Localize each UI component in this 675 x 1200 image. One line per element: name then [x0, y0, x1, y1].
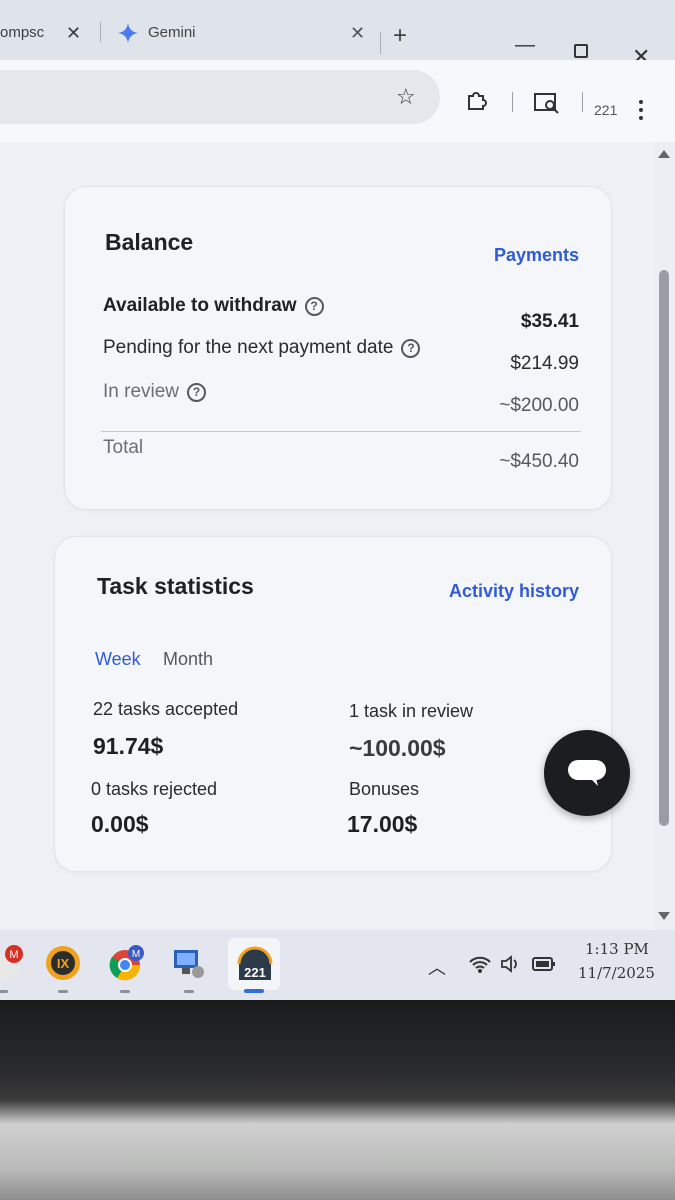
page-content: Balance Payments Available to withdraw ?… — [0, 142, 655, 930]
browser-toolbar: ☆ 221 — [0, 60, 675, 142]
help-icon[interactable]: ? — [304, 296, 324, 316]
bonuses-label: Bonuses — [349, 779, 420, 799]
tab-ompsc[interactable]: ompsc ✕ — [0, 14, 92, 50]
balance-title: Balance — [105, 229, 194, 255]
tab-close-icon[interactable]: ✕ — [350, 23, 365, 44]
chrome-profile-icon[interactable]: M — [106, 944, 144, 982]
tasks-rejected-label: 0 tasks rejected — [91, 779, 218, 799]
gmail-badge: M — [9, 949, 18, 961]
tasks-accepted-value: 91.74$ — [93, 733, 164, 759]
maximize-icon[interactable] — [574, 44, 588, 58]
row-label: Available to withdraw — [103, 295, 297, 316]
toolbar-separator — [582, 92, 583, 112]
in-review-label: In review ? — [103, 381, 207, 403]
payments-link[interactable]: Payments — [494, 245, 579, 266]
tab-close-icon[interactable]: ✕ — [66, 23, 81, 44]
task-statistics-title: Task statistics — [97, 573, 254, 599]
activity-history-link[interactable]: Activity history — [449, 581, 579, 602]
new-tab-button[interactable]: + — [393, 24, 407, 48]
app-running-indicator — [184, 990, 194, 993]
total-label: Total — [103, 437, 143, 459]
pinned-app-icon[interactable]: 221 — [236, 944, 274, 982]
tasks-rejected-value: 0.00$ — [91, 811, 149, 837]
balance-card: Balance Payments Available to withdraw ?… — [64, 186, 612, 510]
pending-label: Pending for the next payment date ? — [103, 337, 421, 359]
address-bar[interactable] — [0, 70, 440, 124]
balance-divider — [101, 431, 581, 432]
battery-icon[interactable] — [532, 956, 556, 972]
laptop-bezel — [0, 1000, 675, 1200]
chrome-badge: M — [132, 949, 140, 960]
tab-title: ompsc — [0, 23, 45, 41]
tab-separator — [100, 22, 101, 42]
clock-time[interactable]: 1:13 PM — [585, 940, 649, 958]
bonuses-value: 17.00$ — [347, 811, 418, 837]
pinned-app-label: 221 — [244, 965, 266, 980]
tab-gemini[interactable]: Gemini ✕ — [112, 14, 382, 50]
tab-month[interactable]: Month — [163, 649, 213, 670]
available-to-withdraw-value: $35.41 — [520, 311, 579, 332]
tasks-accepted-label: 22 tasks accepted — [93, 699, 239, 719]
scroll-up-arrow-icon[interactable] — [658, 150, 670, 158]
in-review-value: ~$200.00 — [499, 395, 579, 416]
tab-title: Gemini — [148, 23, 196, 41]
os-taskbar: M IX M 221 ︿ 1:13 PM 11/7/2025 — [0, 930, 675, 1000]
gmail-icon[interactable]: M — [0, 944, 24, 982]
app-running-indicator — [58, 990, 68, 993]
total-value: ~$450.40 — [499, 451, 579, 472]
minimize-icon[interactable]: — — [515, 34, 535, 57]
help-icon[interactable]: ? — [401, 338, 421, 358]
network-pc-icon[interactable] — [170, 944, 208, 982]
profile-counter[interactable]: 221 — [594, 102, 617, 118]
ix-label: IX — [57, 956, 70, 971]
toolbar-separator — [512, 92, 513, 112]
row-label: Total — [103, 437, 144, 458]
tasks-in-review-label: 1 task in review — [349, 701, 474, 721]
row-label: In review — [103, 381, 180, 402]
ix-app-icon[interactable]: IX — [44, 944, 82, 982]
browser-tab-strip: ompsc ✕ Gemini ✕ + — ✕ — [0, 0, 675, 69]
gemini-icon — [118, 23, 138, 43]
more-menu-icon[interactable] — [638, 100, 644, 122]
active-app-indicator — [244, 989, 264, 993]
page-scrollbar[interactable] — [655, 142, 675, 930]
search-tabs-icon[interactable] — [534, 92, 560, 114]
tray-overflow-chevron-icon[interactable]: ︿ — [428, 954, 446, 980]
scrollbar-thumb[interactable] — [659, 270, 669, 826]
bookmark-star-icon[interactable]: ☆ — [396, 84, 416, 110]
row-label: Pending for the next payment date — [103, 337, 394, 358]
available-to-withdraw-label: Available to withdraw ? — [103, 295, 324, 317]
task-statistics-card: Task statistics Activity history Week Mo… — [54, 536, 612, 872]
app-running-indicator — [0, 990, 8, 993]
chat-bubble-icon — [568, 760, 606, 786]
scroll-down-arrow-icon[interactable] — [658, 912, 670, 920]
app-running-indicator — [120, 990, 130, 993]
pending-value: $214.99 — [510, 353, 579, 374]
chat-support-button[interactable] — [544, 730, 630, 816]
extensions-icon[interactable] — [465, 88, 487, 110]
volume-icon[interactable] — [500, 954, 522, 974]
help-icon[interactable]: ? — [187, 382, 207, 402]
tab-week[interactable]: Week — [95, 649, 141, 670]
wifi-icon[interactable] — [468, 954, 492, 974]
tasks-in-review-value: ~100.00$ — [349, 735, 446, 761]
clock-date[interactable]: 11/7/2025 — [578, 964, 655, 982]
screen: ompsc ✕ Gemini ✕ + — ✕ ☆ 221 Balance Pay… — [0, 0, 675, 1000]
tab-separator — [380, 32, 381, 54]
